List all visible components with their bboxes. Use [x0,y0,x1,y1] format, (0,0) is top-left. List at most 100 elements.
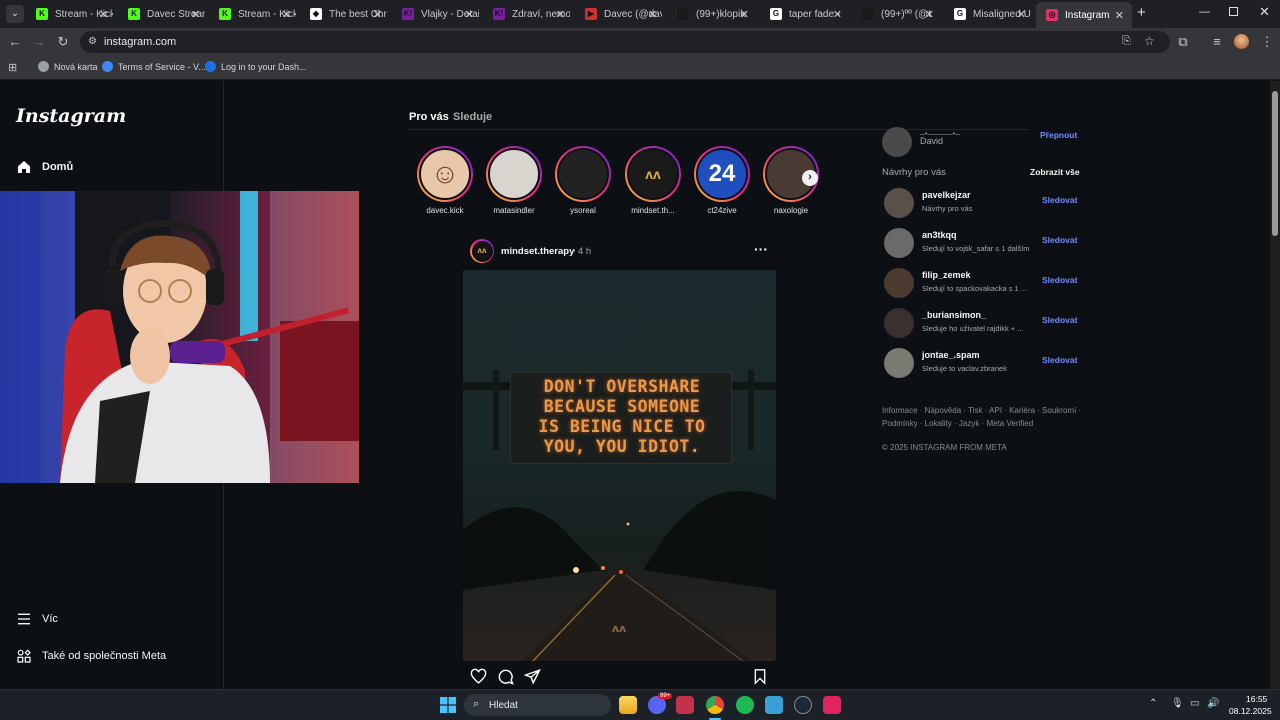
story-item[interactable]: ☺ davec.kick [415,146,475,215]
story-item[interactable]: 24 ct24zive [692,146,752,215]
back-icon[interactable]: ← [8,35,22,49]
story-item[interactable]: matasindler [484,146,544,215]
tab-close-icon[interactable]: ✕ [740,8,749,21]
reading-list-icon[interactable]: ≡ [1210,35,1224,49]
restore-button[interactable] [1229,7,1238,16]
tab-close-icon[interactable]: ✕ [282,8,291,21]
footer-links-2[interactable]: Podmínky · Lokality · Jazyk · Meta Verif… [882,419,1033,428]
suggestion-avatar[interactable] [884,268,914,298]
volume-icon[interactable]: 🔊 [1207,698,1219,709]
tab-close-icon[interactable]: ✕ [833,8,842,21]
post-options-icon[interactable]: ··· [754,241,768,257]
follow-button[interactable]: Sledovat [1042,275,1077,285]
forward-icon[interactable]: → [32,35,46,49]
tab-following[interactable]: Sleduje [453,111,492,123]
bookmark-item[interactable]: Nová karta [38,61,98,72]
instagram-logo[interactable]: Instagram [16,105,126,127]
windows-start-icon[interactable] [440,697,456,713]
microphone-icon[interactable]: 🎙 [1171,698,1184,709]
account-handle[interactable]: _._____._ [920,126,960,136]
browser-tab[interactable]: K Stream - Kick ✕ [26,3,116,25]
notepad-icon[interactable] [765,696,783,714]
see-all-link[interactable]: Zobrazit vše [1030,167,1080,177]
install-app-icon[interactable]: ⎘ [1122,35,1131,48]
switch-account-link[interactable]: Přepnout [1040,130,1077,140]
address-bar[interactable]: ⚙ instagram.com ⎘ ☆ [80,31,1170,53]
browser-tab[interactable]: K! Zdraví, nemoc ✕ [483,3,573,25]
browser-tab[interactable]: ♪ (99+)ºº (@t ✕ [852,3,942,25]
tab-close-icon[interactable]: ✕ [99,8,108,21]
extensions-icon[interactable]: ⧉ [1176,35,1190,49]
reload-icon[interactable]: ↻ [56,35,70,49]
suggestion-username[interactable]: pavelkejzar [922,190,971,200]
browser-tab[interactable]: G Misaligned U ✕ [944,3,1034,25]
bookmark-item[interactable]: Terms of Service - V... [102,61,206,72]
tab-close-icon[interactable]: ✕ [191,8,200,21]
browser-tab[interactable]: K Davec Stream ✕ [118,3,208,25]
tab-close-icon[interactable]: ✕ [925,8,934,21]
page-scrollbar[interactable] [1270,81,1280,689]
site-info-icon[interactable]: ⚙ [88,36,97,47]
browser-tab[interactable]: ♪ (99+)klopik ✕ [667,3,757,25]
chrome-icon[interactable] [706,696,724,714]
apps-grid-icon[interactable]: ⊞ [8,61,17,74]
share-icon[interactable] [524,668,541,685]
tab-close-icon[interactable]: ✕ [1115,9,1124,22]
nav-more[interactable]: Víc [16,611,58,627]
follow-button[interactable]: Sledovat [1042,235,1077,245]
post-author-avatar[interactable]: ʌʌ [470,239,494,263]
new-tab-button[interactable]: + [1137,4,1146,21]
suggestion-username[interactable]: jontae_.spam [922,350,980,360]
suggestion-username[interactable]: _buriansimon_ [922,310,986,320]
post-author-name[interactable]: mindset.therapy [501,246,574,257]
post-image[interactable]: ʌʌ DON'T OVERSHARE BECAUSE SOMEONE IS BE… [463,270,776,661]
menu-icon[interactable]: ⋮ [1260,35,1274,49]
browser-tab[interactable]: K Stream - Kick ✕ [209,3,299,25]
clock-time[interactable]: 16:55 [1246,694,1267,704]
tab-for-you[interactable]: Pro vás [409,111,449,123]
suggestion-username[interactable]: an3tkqq [922,230,957,240]
follow-button[interactable]: Sledovat [1042,315,1077,325]
profile-avatar[interactable] [1234,34,1249,49]
bookmark-star-icon[interactable]: ☆ [1144,34,1155,48]
tab-list-dropdown[interactable]: ⌄ [6,5,24,23]
comment-icon[interactable] [497,668,514,685]
suggestion-avatar[interactable] [884,348,914,378]
snipping-tool-icon[interactable] [676,696,694,714]
network-icon[interactable]: ▭ [1190,698,1199,709]
taskbar-search[interactable]: ⌕ Hledat [464,694,611,716]
story-item[interactable]: ysoreal [553,146,613,215]
bookmark-item[interactable]: Log in to your Dash... [205,61,307,72]
suggestion-avatar[interactable] [884,228,914,258]
tab-close-icon[interactable]: ✕ [465,8,474,21]
tab-close-icon[interactable]: ✕ [1017,8,1026,21]
suggestion-avatar[interactable] [884,188,914,218]
browser-tab[interactable]: ◎ Instagram ✕ [1036,2,1132,28]
tray-overflow-icon[interactable]: ⌃ [1149,698,1157,709]
file-explorer-icon[interactable] [619,696,637,714]
tab-close-icon[interactable]: ✕ [648,8,657,21]
suggestion-username[interactable]: filip_zemek [922,270,971,280]
browser-tab[interactable]: ◆ The best Chro ✕ [300,3,390,25]
nav-meta[interactable]: Také od společnosti Meta [16,648,166,664]
clock-date[interactable]: 08.12.2025 [1229,706,1272,716]
browser-tab[interactable]: Gtaper fade - ✕ [760,3,850,25]
tiktok-icon[interactable] [823,696,841,714]
story-item[interactable]: ʌʌ mindset.th... [623,146,683,215]
scrollbar-thumb[interactable] [1272,91,1278,236]
spotify-icon[interactable] [736,696,754,714]
like-icon[interactable] [470,668,487,685]
suggestion-avatar[interactable] [884,308,914,338]
minimize-button[interactable]: — [1199,6,1210,18]
close-window-button[interactable]: ✕ [1259,4,1270,20]
tab-close-icon[interactable]: ✕ [556,8,565,21]
stories-next-button[interactable]: › [802,170,818,186]
nav-home[interactable]: Domů [16,159,73,175]
account-avatar[interactable] [882,127,912,157]
steam-icon[interactable] [794,696,812,714]
browser-tab[interactable]: K! Vlajky - Detai ✕ [392,3,482,25]
browser-tab[interactable]: ▶ Davec (@dav ✕ [575,3,665,25]
footer-links[interactable]: Informace · Nápověda · Tisk · API · Kari… [882,406,1081,415]
follow-button[interactable]: Sledovat [1042,195,1077,205]
follow-button[interactable]: Sledovat [1042,355,1077,365]
